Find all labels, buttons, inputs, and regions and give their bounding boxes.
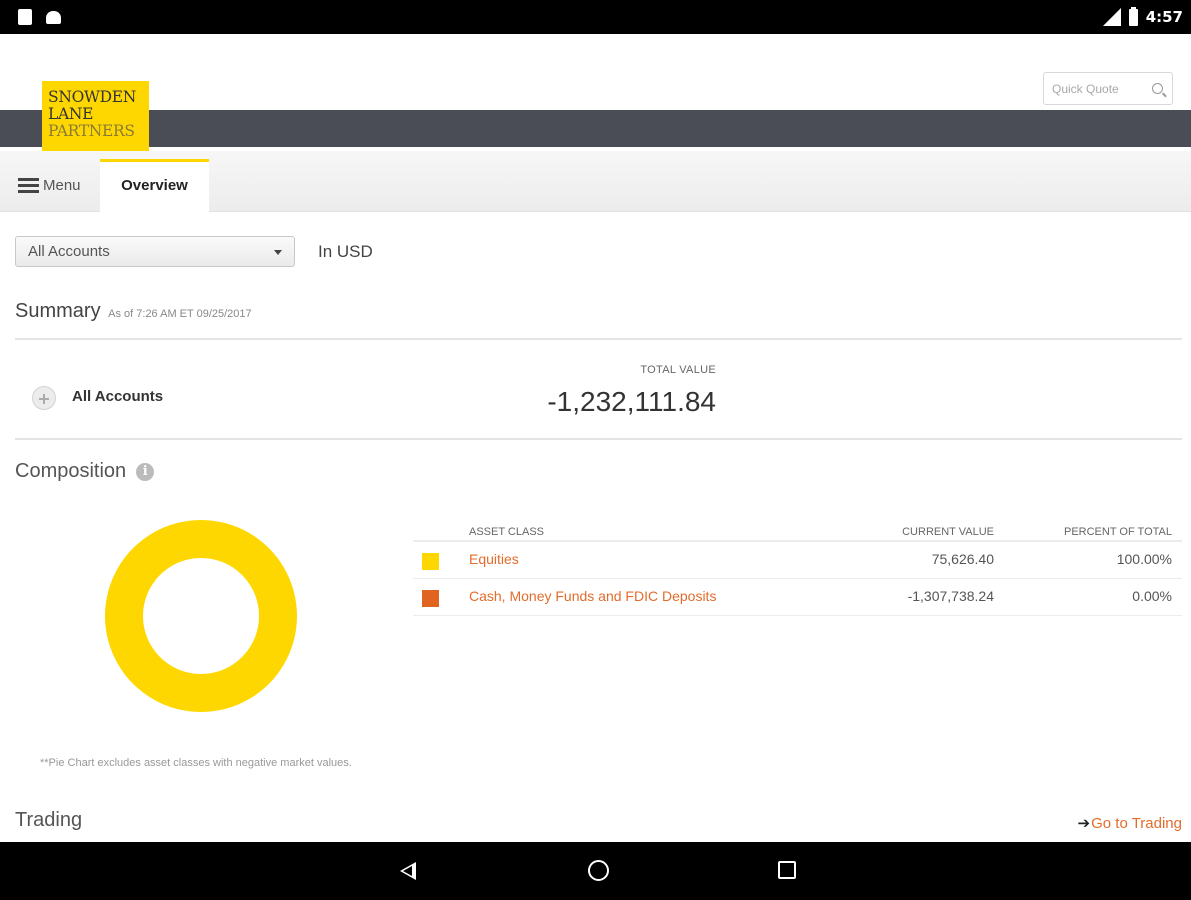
recent-apps-icon[interactable] [778,861,796,879]
header-band [0,110,1191,147]
quick-quote-box[interactable] [1043,72,1173,105]
legend-swatch [422,553,439,570]
total-value-label: TOTAL VALUE [640,364,716,376]
pie-chart-footnote: **Pie Chart excludes asset classes with … [40,757,352,769]
column-header-current-value: CURRENT VALUE [902,526,994,538]
arrow-right-icon: ➔ [1077,815,1091,832]
logo-line-3: PARTNERS [48,122,135,140]
column-header-percent: PERCENT OF TOTAL [1064,526,1172,538]
info-icon[interactable]: i [136,463,155,481]
current-value: 75,626.40 [931,551,994,567]
divider [15,438,1182,440]
summary-timestamp: As of 7:26 AM ET 09/25/2017 [108,308,252,320]
chevron-down-icon [274,250,282,255]
battery-icon [1128,6,1138,26]
percent-of-total: 0.00% [1132,588,1172,604]
composition-heading: Composition i [15,460,155,483]
tab-overview[interactable]: Overview [100,159,209,212]
brand-logo[interactable]: SNOWDEN LANE PARTNERS [42,81,149,155]
column-header-asset-class: ASSET CLASS [469,526,544,538]
composition-title: Composition [15,460,127,482]
asset-class-link[interactable]: Cash, Money Funds and FDIC Deposits [469,588,716,604]
quick-quote-input[interactable] [1044,73,1144,104]
menu-button[interactable]: Menu [18,177,81,194]
menu-label: Menu [43,177,81,194]
go-to-trading-link[interactable]: ➔ Go to Trading [1077,814,1182,833]
android-nav-bar [0,842,1191,900]
table-row: Equities 75,626.40 100.00% [413,542,1182,579]
home-icon[interactable] [588,860,609,881]
search-icon[interactable] [1152,83,1163,94]
currency-label: In USD [318,242,373,261]
current-value: -1,307,738.24 [907,588,994,604]
account-select[interactable]: All Accounts [15,236,295,267]
trading-heading: Trading [15,809,83,831]
summary-title: Summary [15,300,101,322]
go-to-trading-label: Go to Trading [1091,814,1182,832]
signal-icon [1102,8,1121,26]
percent-of-total: 100.00% [1116,551,1172,567]
asset-class-link[interactable]: Equities [469,551,519,567]
legend-swatch [422,590,439,607]
table-header: ASSET CLASS CURRENT VALUE PERCENT OF TOT… [413,520,1182,542]
total-value: -1,232,111.84 [547,386,716,417]
clipboard-notification-icon [18,9,32,25]
composition-donut-chart [105,520,297,712]
divider [15,338,1182,340]
summary-account-name[interactable]: All Accounts [72,388,163,405]
app-header: SNOWDEN LANE PARTNERS Menu Overview [0,34,1191,214]
logo-line-1: SNOWDEN [48,88,137,106]
overview-content: All Accounts In USD Summary As of 7:26 A… [0,214,1191,842]
donut-slice-equities [105,520,297,712]
table-row: Cash, Money Funds and FDIC Deposits -1,3… [413,579,1182,616]
tab-bar: Menu Overview [0,151,1191,212]
back-icon[interactable] [400,862,416,880]
status-bar: 4:57 [0,0,1191,34]
logo-line-2: LANE [48,105,94,123]
summary-heading: Summary As of 7:26 AM ET 09/25/2017 [15,300,252,323]
hamburger-icon [18,178,39,193]
expand-plus-icon[interactable] [32,386,56,410]
status-time: 4:57 [1145,8,1183,26]
account-select-value: All Accounts [28,243,110,260]
composition-table: ASSET CLASS CURRENT VALUE PERCENT OF TOT… [413,520,1182,616]
android-notification-icon [46,11,61,24]
